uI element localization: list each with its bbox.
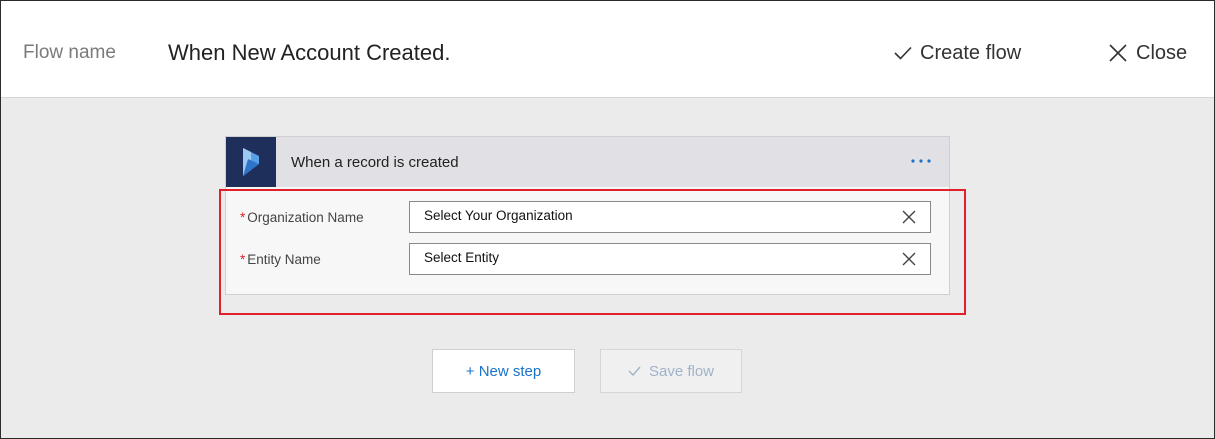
close-icon xyxy=(1109,44,1127,62)
entity-name-row: * Entity Name Select Entity xyxy=(226,243,949,275)
entity-name-label: * Entity Name xyxy=(240,252,321,267)
flow-header: Flow name When New Account Created. Crea… xyxy=(1,1,1214,98)
flow-name-input[interactable]: When New Account Created. xyxy=(168,40,450,66)
entity-name-value: Select Entity xyxy=(424,250,500,265)
organization-name-row: * Organization Name Select Your Organizat… xyxy=(226,201,949,233)
organization-name-label: * Organization Name xyxy=(240,210,364,225)
create-flow-button[interactable]: Create flow xyxy=(894,41,1021,65)
flow-name-label: Flow name xyxy=(23,42,116,63)
close-label: Close xyxy=(1136,42,1188,64)
entity-name-input[interactable]: Select Entity xyxy=(409,243,931,275)
dynamics-365-icon xyxy=(226,137,276,187)
flow-editor: Flow name When New Account Created. Crea… xyxy=(0,0,1215,439)
save-flow-label: Save flow xyxy=(648,362,715,380)
trigger-title: When a record is created xyxy=(291,154,459,171)
new-step-button[interactable]: + New step xyxy=(432,349,575,393)
checkmark-icon xyxy=(628,366,641,376)
clear-icon[interactable] xyxy=(902,252,916,266)
clear-icon[interactable] xyxy=(902,210,916,224)
trigger-card: When a record is created * Organization N… xyxy=(225,136,950,295)
create-flow-label: Create flow xyxy=(920,42,1022,64)
save-flow-button[interactable]: Save flow xyxy=(600,349,742,393)
required-marker: * xyxy=(240,210,246,225)
close-button[interactable]: Close xyxy=(1109,41,1187,65)
ellipsis-icon[interactable] xyxy=(907,151,937,169)
required-marker: * xyxy=(240,252,246,267)
organization-name-input[interactable]: Select Your Organization xyxy=(409,201,931,233)
organization-name-value: Select Your Organization xyxy=(424,208,573,223)
trigger-card-header[interactable]: When a record is created xyxy=(226,137,949,187)
checkmark-icon xyxy=(894,46,912,60)
